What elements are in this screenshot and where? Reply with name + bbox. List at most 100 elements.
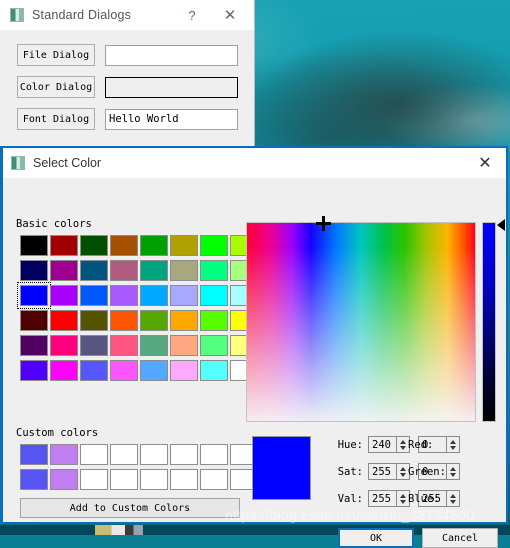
color-picker-crosshair-icon[interactable] xyxy=(316,216,331,231)
red-stepper-arrows-icon[interactable] xyxy=(446,437,459,452)
basic-color-swatch[interactable] xyxy=(20,360,48,381)
color-dialog-body: Basic colors Custom colors Add to Custom… xyxy=(3,178,506,548)
ok-button[interactable]: OK xyxy=(338,528,414,548)
custom-color-swatch[interactable] xyxy=(200,469,228,490)
basic-color-swatch[interactable] xyxy=(20,260,48,281)
basic-color-swatch[interactable] xyxy=(50,260,78,281)
basic-color-swatch[interactable] xyxy=(170,335,198,356)
custom-color-swatch[interactable] xyxy=(20,469,48,490)
basic-color-swatch[interactable] xyxy=(200,285,228,306)
font-dialog-button[interactable]: Font Dialog xyxy=(17,108,95,130)
basic-color-swatch[interactable] xyxy=(50,285,78,306)
close-icon[interactable]: ✕ xyxy=(470,148,500,178)
green-field: Green: 0 xyxy=(408,463,460,480)
file-dialog-button[interactable]: File Dialog xyxy=(17,44,95,66)
custom-color-swatch[interactable] xyxy=(170,444,198,465)
basic-color-swatch[interactable] xyxy=(80,235,108,256)
basic-color-swatch[interactable] xyxy=(140,260,168,281)
font-dialog-row: Font Dialog Hello World xyxy=(17,108,254,130)
hue-value[interactable]: 240 xyxy=(369,439,396,451)
main-window-body: File Dialog Color Dialog Font Dialog Hel… xyxy=(0,44,254,162)
hue-spinner[interactable]: 240 xyxy=(368,436,410,453)
basic-color-swatch[interactable] xyxy=(20,310,48,331)
basic-color-swatch[interactable] xyxy=(200,310,228,331)
basic-color-swatch[interactable] xyxy=(50,310,78,331)
basic-color-swatch[interactable] xyxy=(170,260,198,281)
app-icon xyxy=(10,8,24,22)
basic-color-swatch[interactable] xyxy=(80,260,108,281)
basic-colors-label: Basic colors xyxy=(16,218,92,230)
basic-color-swatch[interactable] xyxy=(200,235,228,256)
basic-color-swatch[interactable] xyxy=(170,360,198,381)
basic-color-swatch[interactable] xyxy=(110,335,138,356)
basic-color-swatch[interactable] xyxy=(200,360,228,381)
basic-color-swatch[interactable] xyxy=(17,282,51,309)
basic-color-swatch[interactable] xyxy=(140,310,168,331)
basic-color-swatch[interactable] xyxy=(50,335,78,356)
custom-color-swatch[interactable] xyxy=(200,444,228,465)
basic-color-swatch[interactable] xyxy=(50,360,78,381)
custom-colors-grid[interactable] xyxy=(20,444,258,490)
help-button[interactable]: ? xyxy=(176,0,208,30)
color-dialog-titlebar[interactable]: Select Color ✕ xyxy=(3,148,506,178)
hue-saturation-field[interactable] xyxy=(246,222,476,422)
custom-color-swatch[interactable] xyxy=(170,469,198,490)
basic-color-swatch[interactable] xyxy=(170,235,198,256)
close-icon[interactable]: ✕ xyxy=(214,0,246,30)
basic-color-swatch[interactable] xyxy=(170,310,198,331)
color-dialog-input[interactable] xyxy=(105,76,238,98)
basic-color-swatch[interactable] xyxy=(110,310,138,331)
custom-color-swatch[interactable] xyxy=(80,444,108,465)
basic-color-swatch[interactable] xyxy=(80,310,108,331)
custom-color-swatch[interactable] xyxy=(140,469,168,490)
basic-color-swatch[interactable] xyxy=(140,360,168,381)
saturation-field: Sat: 255 xyxy=(333,463,410,480)
basic-color-swatch[interactable] xyxy=(110,260,138,281)
custom-color-swatch[interactable] xyxy=(140,444,168,465)
custom-color-swatch[interactable] xyxy=(50,444,78,465)
custom-color-swatch[interactable] xyxy=(50,469,78,490)
color-dialog-title: Select Color xyxy=(33,156,102,170)
basic-color-swatch[interactable] xyxy=(50,235,78,256)
basic-color-swatch[interactable] xyxy=(200,335,228,356)
basic-color-swatch[interactable] xyxy=(80,360,108,381)
app-icon xyxy=(11,156,25,170)
basic-color-swatch[interactable] xyxy=(20,235,48,256)
file-dialog-input[interactable] xyxy=(105,44,238,66)
custom-color-swatch[interactable] xyxy=(80,469,108,490)
basic-color-swatch[interactable] xyxy=(110,235,138,256)
custom-color-swatch[interactable] xyxy=(20,444,48,465)
value-slider[interactable] xyxy=(482,222,496,422)
saturation-value[interactable]: 255 xyxy=(369,466,396,478)
cancel-button[interactable]: Cancel xyxy=(422,528,498,548)
basic-color-swatch[interactable] xyxy=(80,335,108,356)
value-field: Val: 255 xyxy=(333,490,410,507)
basic-color-swatch[interactable] xyxy=(80,285,108,306)
basic-color-swatch[interactable] xyxy=(20,335,48,356)
basic-color-swatch[interactable] xyxy=(110,285,138,306)
taskbar-app-icon[interactable] xyxy=(95,525,143,535)
add-to-custom-colors-button[interactable]: Add to Custom Colors xyxy=(20,498,240,518)
color-dialog-button[interactable]: Color Dialog xyxy=(17,76,95,98)
basic-color-swatch[interactable] xyxy=(170,285,198,306)
basic-colors-grid[interactable] xyxy=(17,235,258,381)
green-stepper-arrows-icon[interactable] xyxy=(446,464,459,479)
main-window-titlebar[interactable]: Standard Dialogs ? ✕ xyxy=(0,0,254,30)
value-label: Val: xyxy=(337,492,363,505)
font-dialog-input[interactable]: Hello World xyxy=(105,108,238,130)
basic-color-swatch[interactable] xyxy=(140,235,168,256)
basic-color-swatch[interactable] xyxy=(200,260,228,281)
select-color-dialog: Select Color ✕ Basic colors Custom color… xyxy=(0,146,508,548)
value-slider-handle-icon[interactable] xyxy=(497,219,505,231)
hue-field: Hue: 240 xyxy=(333,436,410,453)
basic-color-swatch[interactable] xyxy=(110,360,138,381)
value-value[interactable]: 255 xyxy=(369,493,396,505)
color-preview-swatch xyxy=(252,436,311,500)
basic-color-swatch[interactable] xyxy=(140,335,168,356)
blue-stepper-arrows-icon[interactable] xyxy=(446,491,459,506)
custom-color-swatch[interactable] xyxy=(110,469,138,490)
custom-color-swatch[interactable] xyxy=(110,444,138,465)
value-spinner[interactable]: 255 xyxy=(368,490,410,507)
saturation-spinner[interactable]: 255 xyxy=(368,463,410,480)
basic-color-swatch[interactable] xyxy=(140,285,168,306)
